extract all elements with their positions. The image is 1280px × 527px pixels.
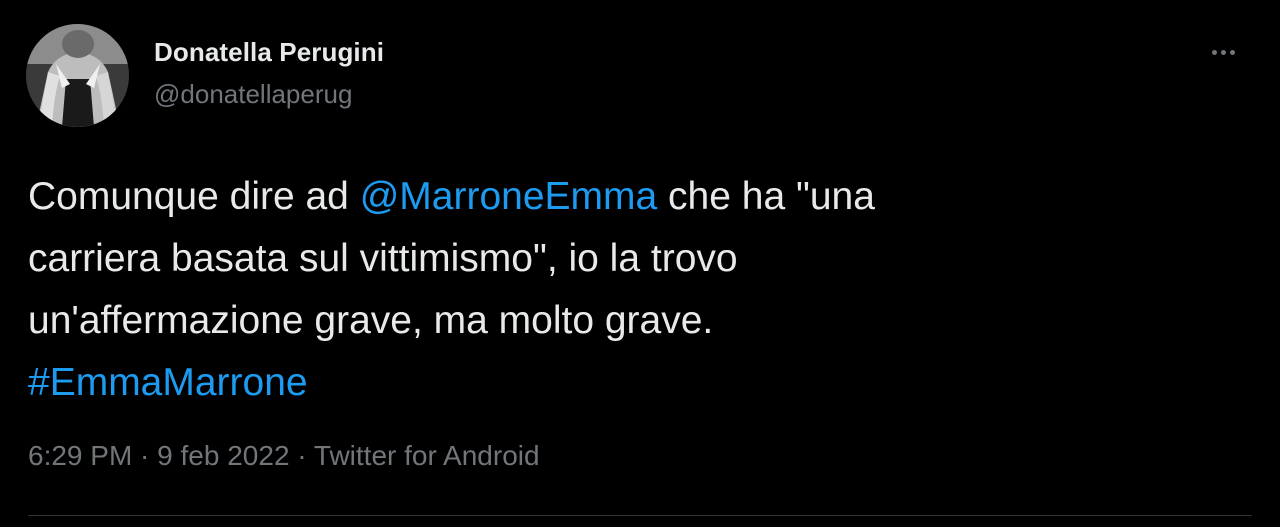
meta-separator: · (132, 440, 158, 471)
tweet-line: carriera basata sul vittimismo", io la t… (28, 237, 738, 280)
more-horizontal-icon (1211, 49, 1217, 55)
tweet-line: Comunque dire ad @MarroneEmma che ha "un… (28, 166, 1218, 228)
mention-link[interactable]: @MarroneEmma (360, 175, 658, 218)
more-options-button[interactable] (1200, 32, 1246, 72)
tweet-source-link[interactable]: Twitter for Android (314, 440, 540, 471)
user-handle[interactable]: @donatellaperug (154, 79, 352, 110)
divider (28, 515, 1252, 516)
more-horizontal-icon-dot (1220, 49, 1226, 55)
tweet-time[interactable]: 6:29 PM (28, 440, 132, 471)
tweet-metadata: 6:29 PM · 9 feb 2022 · Twitter for Andro… (28, 440, 540, 472)
avatar-photo (26, 24, 129, 127)
meta-separator: · (289, 440, 314, 471)
tweet-text-segment: Comunque dire ad (28, 175, 360, 218)
tweet-text-segment: che ha "una (657, 175, 875, 218)
avatar[interactable] (26, 24, 129, 127)
display-name[interactable]: Donatella Perugini (154, 37, 384, 68)
hashtag-link[interactable]: #EmmaMarrone (28, 361, 308, 404)
tweet-text: Comunque dire ad @MarroneEmma che ha "un… (28, 166, 1218, 414)
tweet-line: un'affermazione grave, ma molto grave. (28, 299, 714, 342)
more-horizontal-icon-dot (1229, 49, 1235, 55)
tweet-line: #EmmaMarrone (28, 352, 1218, 414)
tweet-card: Donatella Perugini @donatellaperug Comun… (0, 0, 1280, 527)
tweet-date[interactable]: 9 feb 2022 (157, 440, 289, 471)
